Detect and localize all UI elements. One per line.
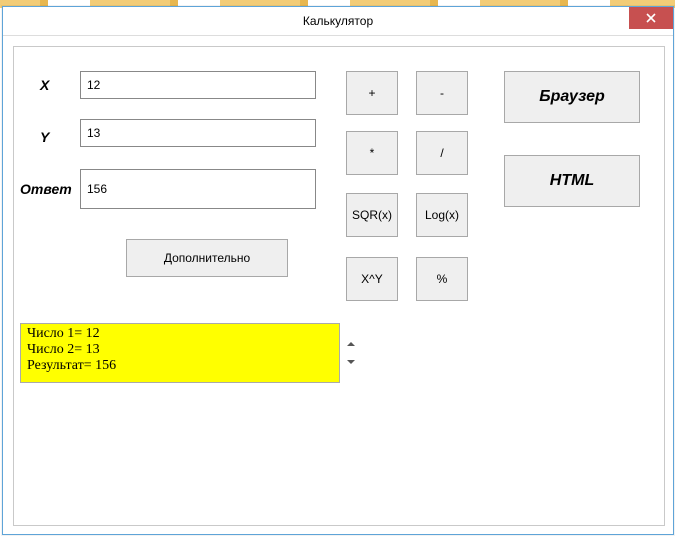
client-area: X Y Ответ Дополнительно + - * / SQR(x) L… — [3, 36, 673, 534]
log-line-1: Число 1= 12 — [27, 326, 100, 341]
label-x: X — [40, 77, 49, 93]
chevron-down-icon — [345, 356, 357, 368]
log-wrap: Число 1= 12 Число 2= 13 Результат= 156 — [20, 323, 360, 383]
chevron-up-icon — [345, 338, 357, 350]
btn-multiply[interactable]: * — [346, 131, 398, 175]
btn-sqr[interactable]: SQR(x) — [346, 193, 398, 237]
btn-percent[interactable]: % — [416, 257, 468, 301]
more-button[interactable]: Дополнительно — [126, 239, 288, 277]
label-answer: Ответ — [20, 181, 72, 197]
calculator-window: Калькулятор X Y Ответ Дополнительно + - … — [2, 6, 674, 535]
window-title: Калькулятор — [303, 14, 373, 28]
log-line-3: Результат= 156 — [27, 358, 116, 373]
log-line-2: Число 2= 13 — [27, 342, 100, 357]
input-y[interactable] — [80, 119, 316, 147]
browser-button[interactable]: Браузер — [504, 71, 640, 123]
titlebar: Калькулятор — [3, 7, 673, 36]
btn-minus[interactable]: - — [416, 71, 468, 115]
log-output: Число 1= 12 Число 2= 13 Результат= 156 — [20, 323, 340, 383]
html-button[interactable]: HTML — [504, 155, 640, 207]
log-spinner — [342, 323, 360, 383]
content-panel: X Y Ответ Дополнительно + - * / SQR(x) L… — [13, 46, 665, 526]
input-answer[interactable] — [80, 169, 316, 209]
spinner-up[interactable] — [342, 335, 360, 353]
label-y: Y — [40, 129, 49, 145]
spinner-down[interactable] — [342, 353, 360, 371]
btn-log[interactable]: Log(x) — [416, 193, 468, 237]
close-icon — [646, 13, 656, 23]
btn-pow[interactable]: X^Y — [346, 257, 398, 301]
btn-divide[interactable]: / — [416, 131, 468, 175]
btn-plus[interactable]: + — [346, 71, 398, 115]
close-button[interactable] — [629, 7, 673, 29]
input-x[interactable] — [80, 71, 316, 99]
